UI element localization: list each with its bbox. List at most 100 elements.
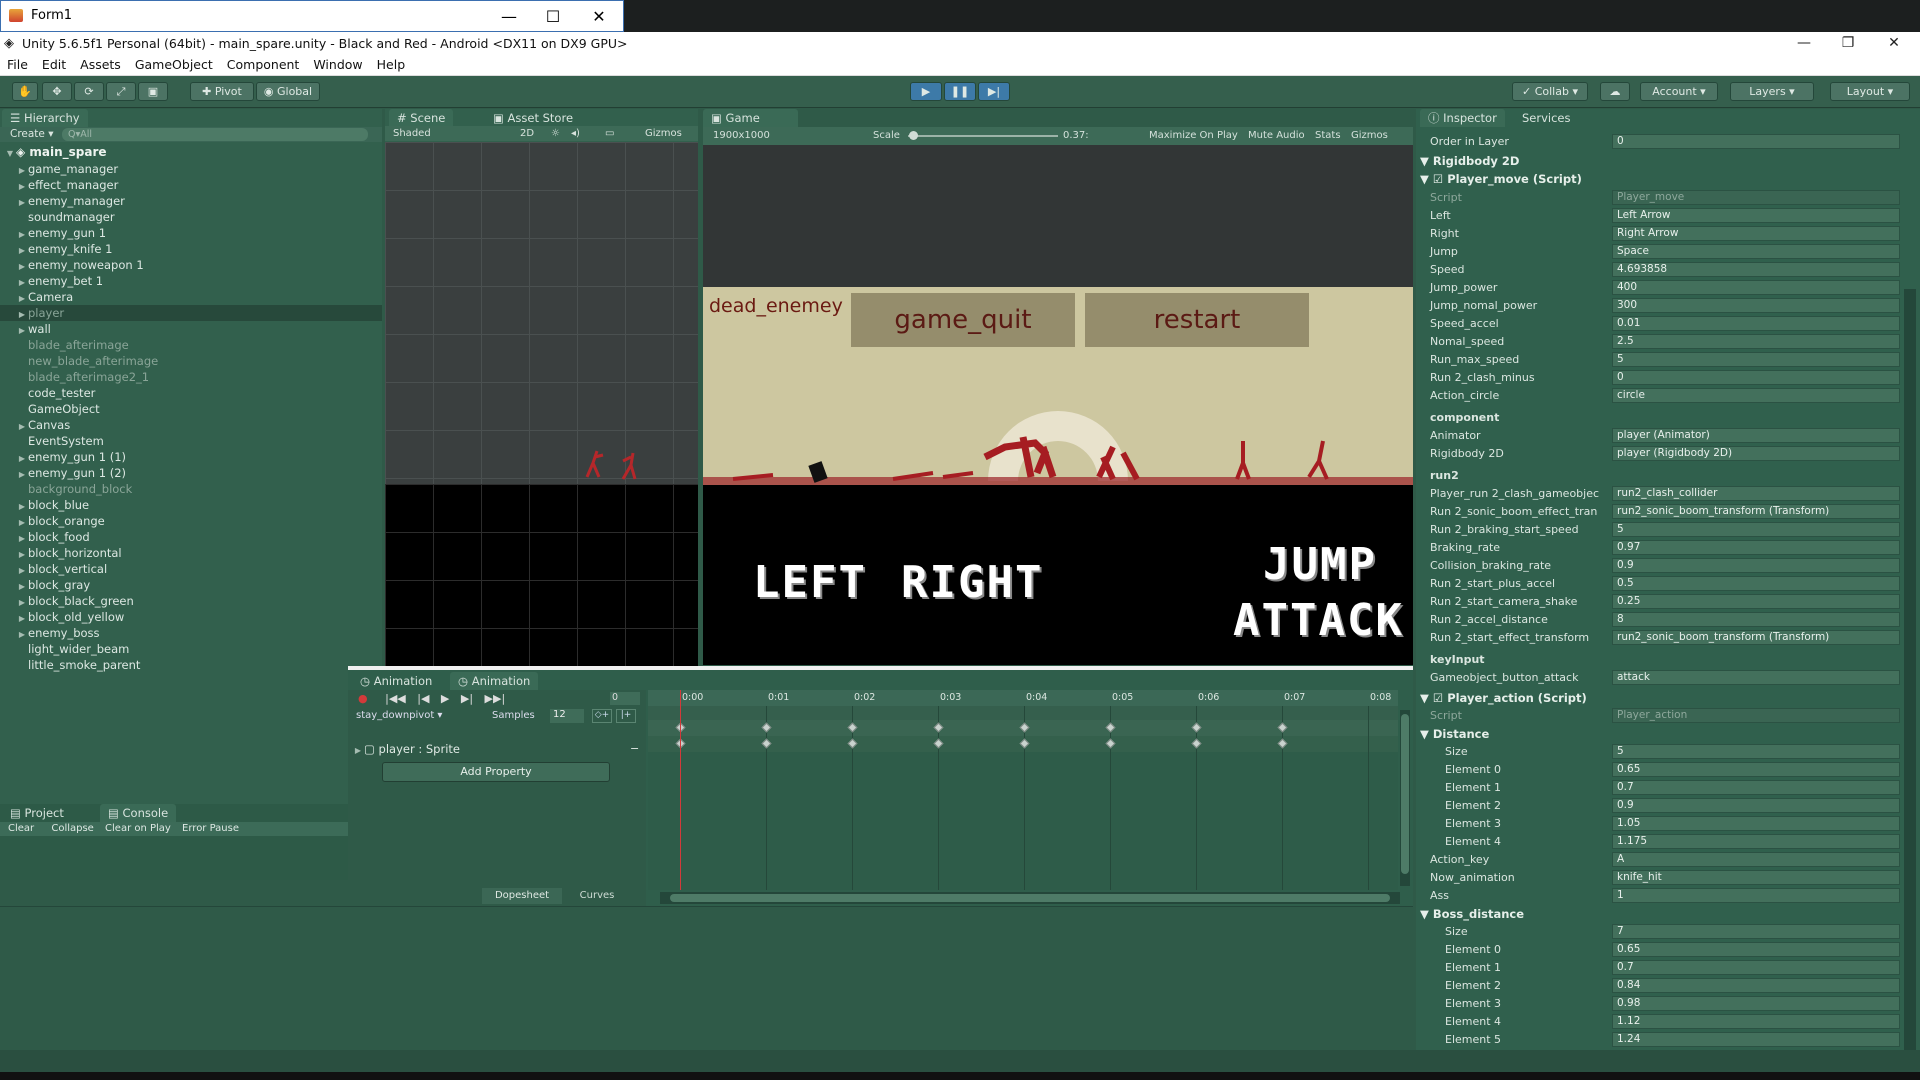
field-value[interactable]: 0.98 [1612,996,1900,1011]
scale-slider-thumb[interactable] [909,131,918,140]
animation-timeline[interactable]: 0:00 0:01 0:02 0:03 0:04 0:05 0:06 0:07 0:08 [648,690,1398,890]
field-value[interactable]: 0.9 [1612,798,1900,813]
field-value[interactable]: run2_sonic_boom_transform (Transform) [1612,504,1900,519]
field-value[interactable]: 1.175 [1612,834,1900,849]
order-in-layer-field[interactable]: 0 [1612,134,1900,149]
playhead[interactable] [680,690,681,890]
menu-help[interactable]: Help [370,54,413,75]
field-value[interactable]: 0.97 [1612,540,1900,555]
menu-gameobject[interactable]: GameObject [128,54,220,75]
cloud-icon[interactable]: ☁ [1600,82,1630,101]
field-value[interactable]: Player_move [1612,190,1900,205]
curves-tab[interactable]: Curves [562,888,632,904]
prev-frame-icon[interactable]: |◀ [417,692,429,705]
dopesheet-tab[interactable]: Dopesheet [482,888,562,904]
layout-dropdown[interactable]: Layout ▾ [1830,82,1910,101]
tab-console[interactable]: ▤ Console [100,804,177,822]
resolution-dropdown[interactable]: 1900x1000 [713,130,770,141]
effects-icon[interactable]: ▭ [605,126,614,141]
field-value[interactable]: 1.24 [1612,1032,1900,1047]
tab-animation-2[interactable]: ◷ Animation [450,672,539,690]
field-value[interactable]: run2_clash_collider [1612,486,1900,501]
property-expand-icon[interactable]: ▶ [352,746,364,755]
create-dropdown[interactable]: Create ▾ [10,128,54,140]
field-value[interactable]: 4.693858 [1612,262,1900,277]
field-value[interactable]: 0.84 [1612,978,1900,993]
lighting-icon[interactable]: ☼ [551,126,560,141]
play-anim-icon[interactable]: ▶ [441,692,449,705]
field-value[interactable]: 5 [1612,744,1900,759]
hierarchy-item[interactable]: ▶ Canvas [0,417,70,433]
field-value[interactable]: 0.65 [1612,762,1900,777]
tab-hierarchy[interactable]: ☰ Hierarchy [2,109,88,127]
field-value[interactable]: 400 [1612,280,1900,295]
toggle-2d-button[interactable]: 2D [520,126,534,141]
play-button[interactable]: ▶ [910,82,942,101]
global-toggle[interactable]: ◉ Global [256,82,320,101]
tab-scene[interactable]: # Scene [389,109,454,127]
move-tool-icon[interactable]: ✥ [42,82,72,101]
remove-property-icon[interactable]: − [630,742,639,755]
field-value[interactable]: 0.7 [1612,960,1900,975]
hierarchy-item[interactable]: blade_afterimage2_1 [0,369,149,385]
field-value[interactable]: 1 [1612,888,1900,903]
unity-restore-icon[interactable]: ❐ [1828,32,1868,54]
field-value[interactable]: 0 [1612,370,1900,385]
last-frame-icon[interactable]: ▶▶| [485,692,506,705]
field-value[interactable]: 0.7 [1612,780,1900,795]
hierarchy-item[interactable]: ▶ block_horizontal [0,545,122,561]
field-value[interactable]: 0.5 [1612,576,1900,591]
minimize-icon[interactable]: — [497,5,521,29]
hierarchy-item[interactable]: code_tester [0,385,95,401]
field-value[interactable]: Left Arrow [1612,208,1900,223]
hand-tool-icon[interactable]: ✋ [12,82,38,101]
console-clear-on-play-button[interactable]: Clear on Play [105,823,171,834]
hierarchy-item[interactable]: ▶ block_black_green [0,593,134,609]
hierarchy-item[interactable]: ▶ block_vertical [0,561,107,577]
unity-minimize-icon[interactable]: — [1784,32,1824,54]
component-enabled-checkbox[interactable]: ☑ [1433,172,1447,186]
hierarchy-item[interactable]: background_block [0,481,132,497]
field-value[interactable]: 5 [1612,522,1900,537]
hierarchy-item[interactable]: ▶ block_blue [0,497,89,513]
hierarchy-item[interactable]: ▶ block_food [0,529,90,545]
field-value[interactable]: 300 [1612,298,1900,313]
timeline-scrollbar[interactable] [660,892,1400,904]
collab-button[interactable]: ✓ Collab ▾ [1512,82,1588,101]
foldout-arrow-icon[interactable]: ▼ [1420,172,1433,186]
field-value[interactable]: Right Arrow [1612,226,1900,241]
hierarchy-item[interactable]: ▶ player [0,305,382,321]
field-value[interactable]: run2_sonic_boom_transform (Transform) [1612,630,1900,645]
field-value[interactable]: 0.9 [1612,558,1900,573]
account-dropdown[interactable]: Account ▾ [1640,82,1718,101]
add-event-icon[interactable]: |+ [616,709,636,723]
record-icon[interactable]: ● [358,692,368,705]
console-collapse-button[interactable]: Collapse [51,823,94,834]
foldout-arrow-icon[interactable]: ▼ [1420,907,1433,921]
hierarchy-item[interactable]: ▶ wall [0,321,51,337]
unity-close-icon[interactable]: ✕ [1874,32,1914,54]
hierarchy-item[interactable]: blade_afterimage [0,337,129,353]
hierarchy-item[interactable]: ▶ enemy_gun 1 (2) [0,465,126,481]
hierarchy-item[interactable]: ▶ enemy_knife 1 [0,241,113,257]
game-gizmos-dropdown[interactable]: Gizmos [1351,130,1388,141]
tab-project[interactable]: ▤ Project [2,804,72,822]
hierarchy-item[interactable]: ▶ game_manager [0,161,118,177]
tab-asset-store[interactable]: ▣ Asset Store [485,109,581,127]
field-value[interactable]: 1.05 [1612,816,1900,831]
field-value[interactable]: 7 [1612,924,1900,939]
hierarchy-item[interactable]: ▶ block_orange [0,513,105,529]
step-button[interactable]: ▶| [978,82,1010,101]
maximize-icon[interactable]: ☐ [541,5,565,29]
scene-gizmos-dropdown[interactable]: Gizmos [645,126,682,141]
console-clear-button[interactable]: Clear [8,823,34,834]
game-view[interactable]: dead_enemey game_quit restart LEFT RIGHT… [703,145,1413,665]
tab-animation-1[interactable]: ◷ Animation [352,672,440,690]
jump-control[interactable]: JUMP [1263,539,1377,590]
menu-file[interactable]: File [0,54,35,75]
player-action-component-header[interactable]: ▼ ☑ Player_action (Script) [1420,689,1587,707]
hierarchy-search-input[interactable]: Q▾All [62,128,368,141]
pause-button[interactable]: ❚❚ [944,82,976,101]
field-value[interactable]: circle [1612,388,1900,403]
menu-window[interactable]: Window [306,54,369,75]
